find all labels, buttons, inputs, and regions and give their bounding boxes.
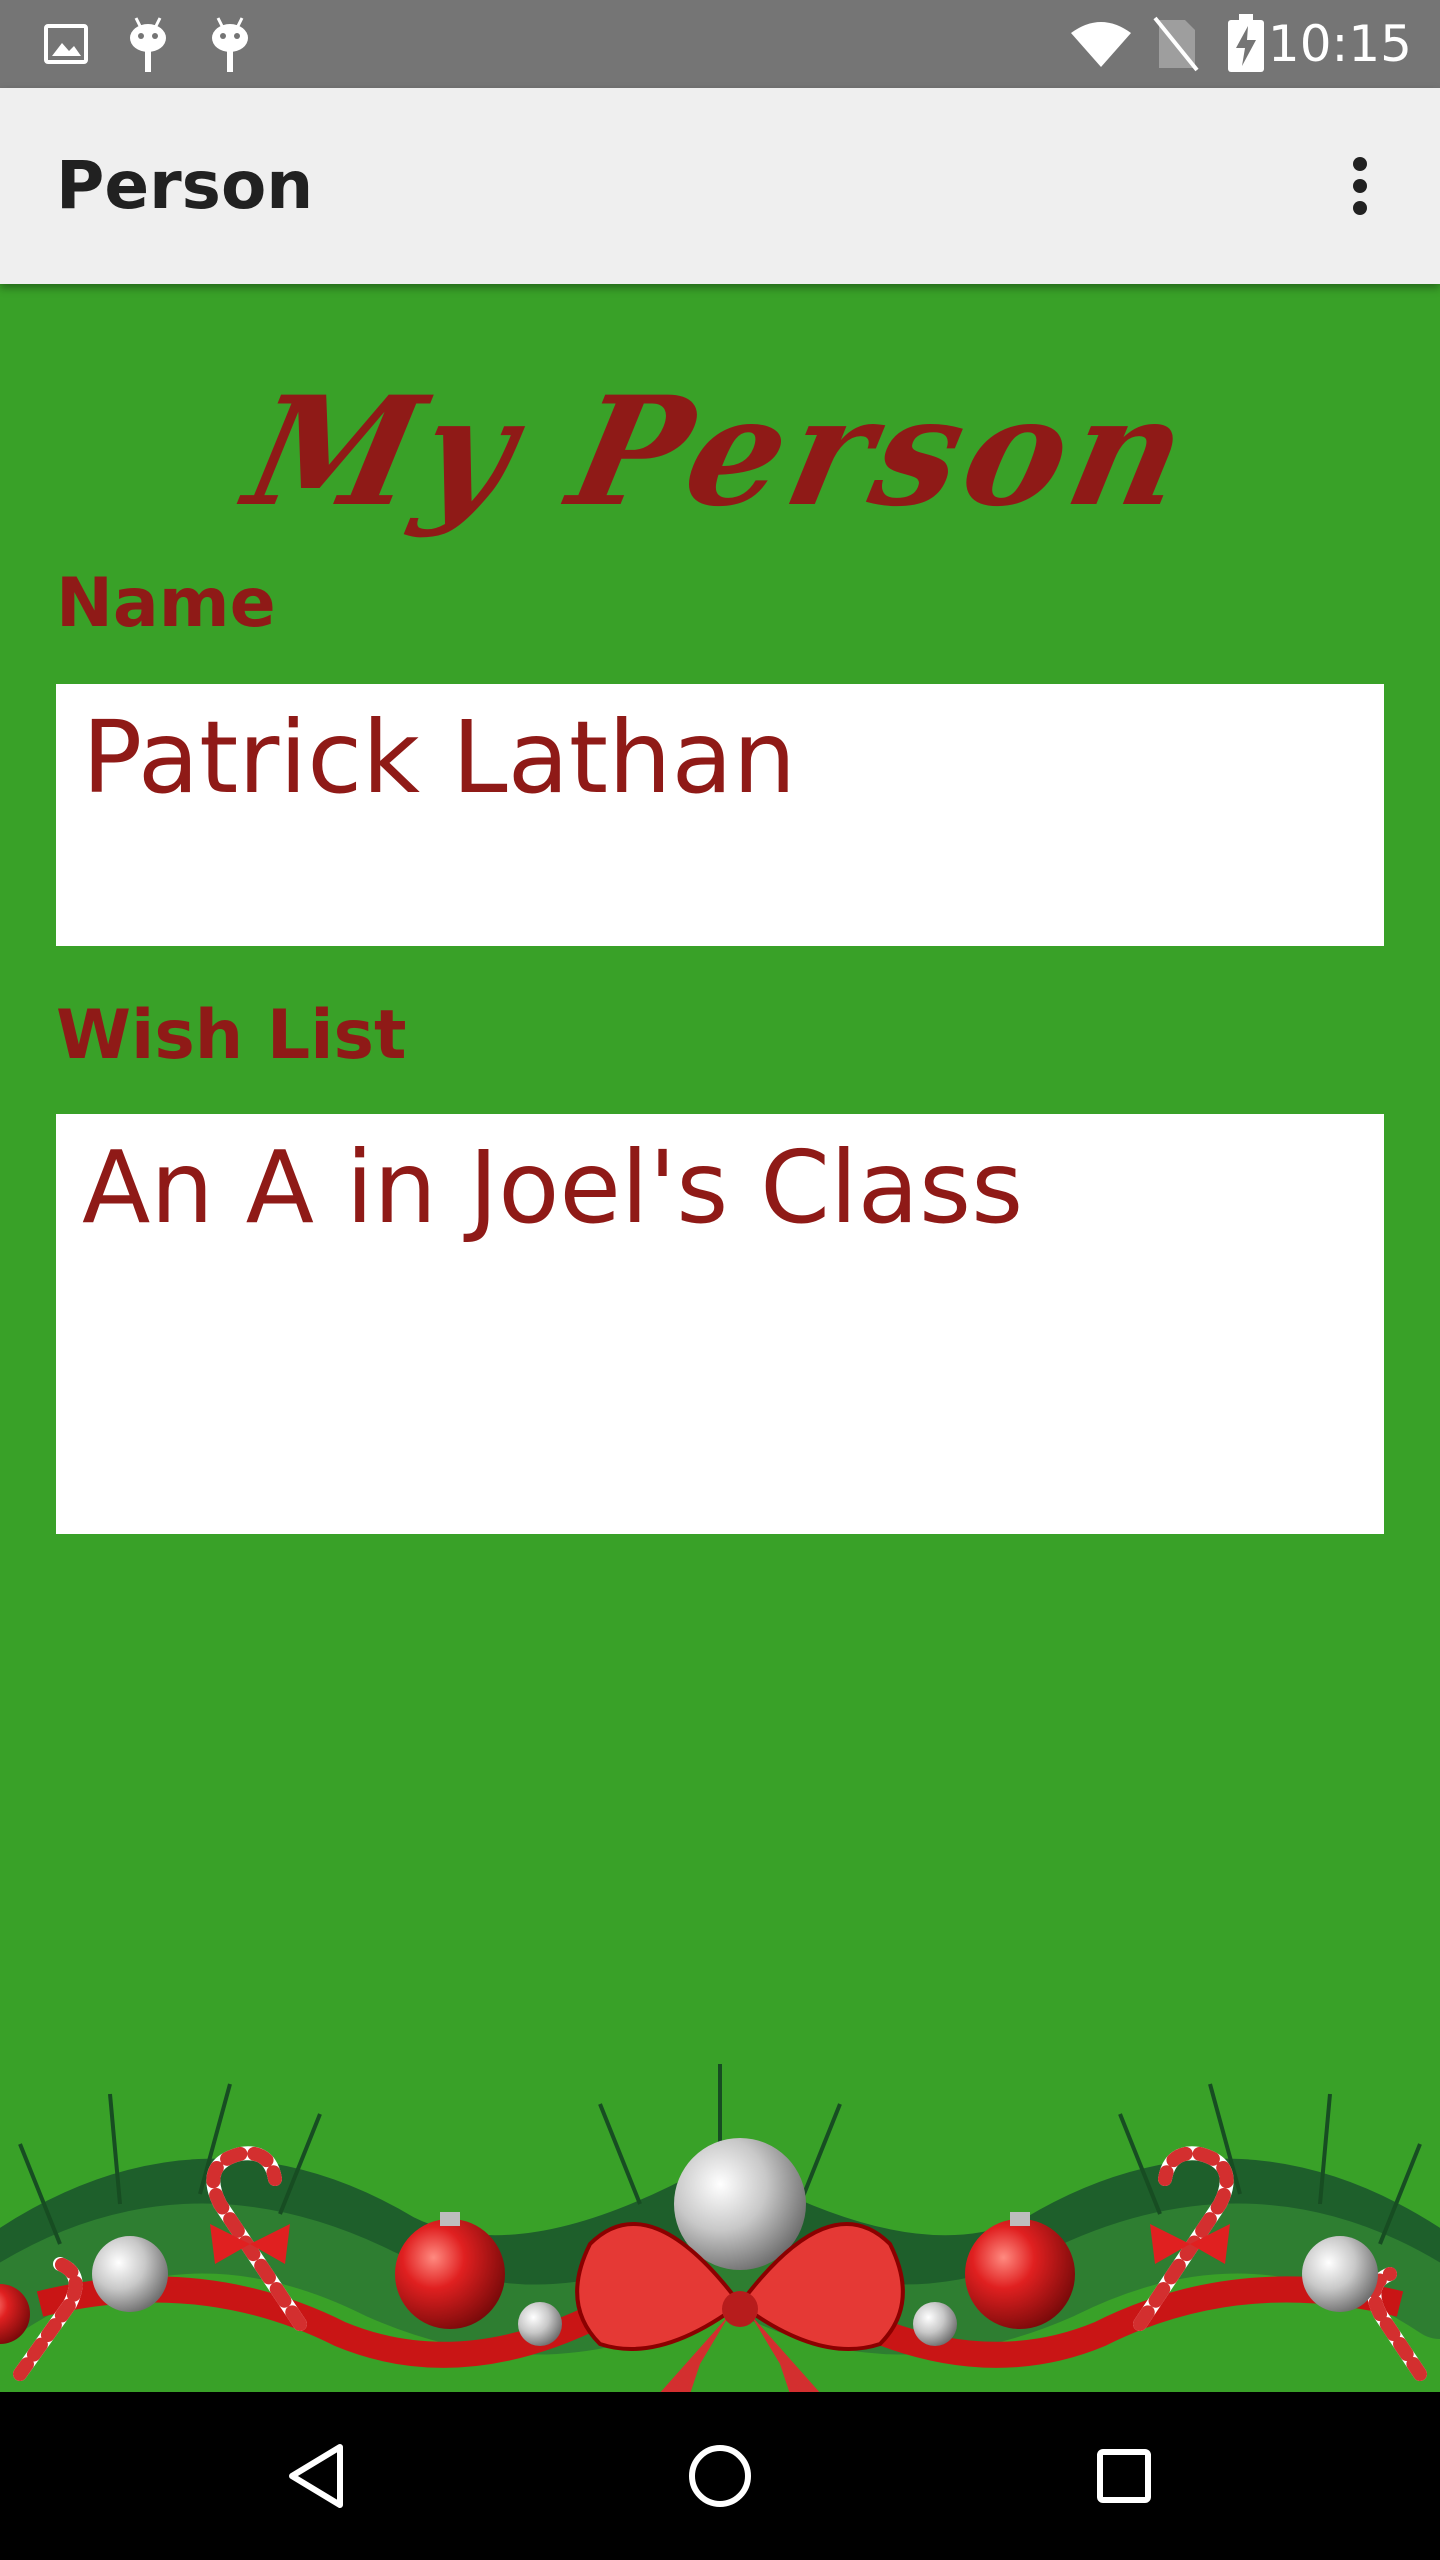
navigation-bar bbox=[0, 2392, 1440, 2560]
image-icon bbox=[36, 0, 96, 88]
back-icon[interactable] bbox=[246, 2392, 386, 2560]
android-icon bbox=[118, 0, 178, 88]
more-vert-icon[interactable] bbox=[1320, 146, 1400, 226]
wishlist-field[interactable]: An A in Joel's Class bbox=[56, 1114, 1384, 1534]
header-title: My Person bbox=[233, 364, 1207, 540]
wifi-icon bbox=[1066, 0, 1136, 88]
wishlist-label: Wish List bbox=[56, 996, 407, 1075]
content-area: My Person Name Patrick Lathan Wish List … bbox=[0, 284, 1440, 2392]
home-icon[interactable] bbox=[650, 2392, 790, 2560]
status-time: 10:15 bbox=[1267, 15, 1412, 73]
app-title: Person bbox=[56, 147, 314, 224]
christmas-garland-image bbox=[0, 2064, 1440, 2392]
name-label: Name bbox=[56, 564, 276, 643]
status-bar: 10:15 bbox=[0, 0, 1440, 88]
recents-icon[interactable] bbox=[1054, 2392, 1194, 2560]
no-sim-icon bbox=[1146, 0, 1206, 88]
name-field[interactable]: Patrick Lathan bbox=[56, 684, 1384, 946]
android-icon bbox=[200, 0, 260, 88]
app-bar: Person bbox=[0, 88, 1440, 284]
